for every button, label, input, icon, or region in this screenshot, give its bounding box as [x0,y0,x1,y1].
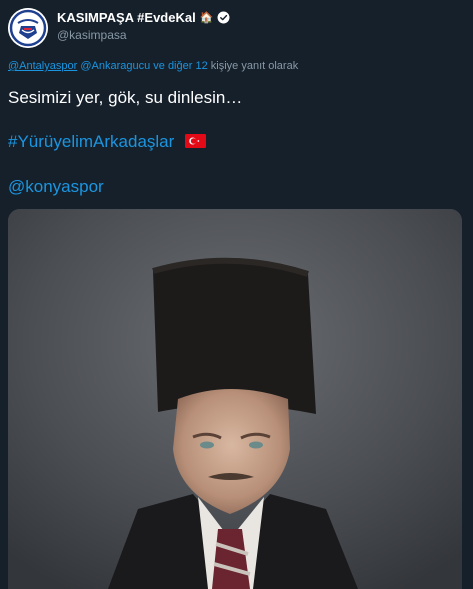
display-name[interactable]: KASIMPAŞA #EvdeKal [57,10,196,25]
avatar[interactable] [8,8,48,48]
user-handle[interactable]: @kasimpasa [57,28,230,42]
verified-badge-icon [217,11,230,24]
portrait-image [8,209,462,589]
turkey-flag-icon [185,134,207,148]
reply-others-link[interactable]: ve diğer 12 [153,60,207,72]
mention-konyaspor[interactable]: @konyaspor [8,177,104,197]
tweet-header: KASIMPAŞA #EvdeKal 🏠 @kasimpasa [8,8,463,48]
tweet-hashtag-line: #YürüyelimArkadaşlar [8,132,207,152]
reply-suffix: kişiye yanıt olarak [210,60,299,72]
display-name-row[interactable]: KASIMPAŞA #EvdeKal 🏠 [57,10,230,25]
house-icon: 🏠 [199,12,214,24]
reply-mention-ankaragucu[interactable]: @Ankaragucu [80,60,150,72]
hashtag-link[interactable]: #YürüyelimArkadaşlar [8,132,174,151]
tweet-photo[interactable] [8,209,462,589]
reply-mention-antalyaspor[interactable]: @Antalyaspor [8,60,77,72]
club-crest-icon [8,8,48,48]
tweet-line-1: Sesimizi yer, gök, su dinlesin… [8,88,243,107]
reply-context: @Antalyaspor @Ankaragucu ve diğer 12 kiş… [8,60,298,72]
